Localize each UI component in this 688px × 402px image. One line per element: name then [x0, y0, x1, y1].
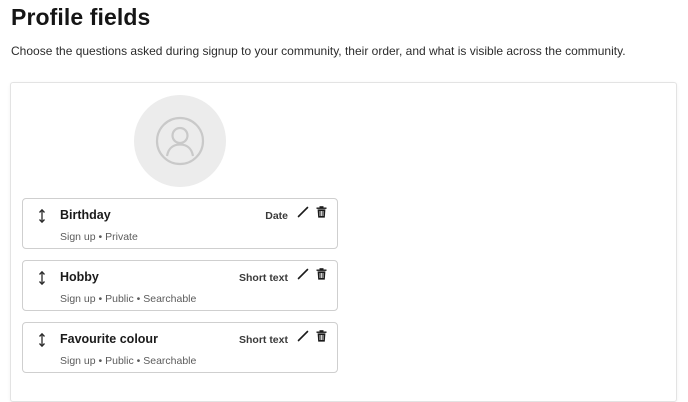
- profile-fields-card: Birthday Sign up • Private Date Hobby Si…: [10, 82, 677, 402]
- field-type: Date: [265, 210, 288, 222]
- field-type: Short text: [238, 334, 288, 346]
- trash-icon[interactable]: [314, 267, 328, 281]
- profile-field-row[interactable]: Favourite colour Sign up • Public • Sear…: [22, 322, 338, 373]
- field-name: Birthday: [60, 208, 111, 222]
- drag-handle-icon[interactable]: [35, 269, 49, 287]
- field-meta: Sign up • Public • Searchable: [60, 355, 197, 367]
- profile-field-row[interactable]: Hobby Sign up • Public • Searchable Shor…: [22, 260, 338, 311]
- user-icon: [155, 116, 205, 166]
- field-name: Favourite colour: [60, 332, 158, 346]
- pencil-icon[interactable]: [296, 329, 310, 343]
- pencil-icon[interactable]: [296, 267, 310, 281]
- profile-field-row[interactable]: Birthday Sign up • Private Date: [22, 198, 338, 249]
- drag-handle-icon[interactable]: [35, 207, 49, 225]
- trash-icon[interactable]: [314, 329, 328, 343]
- avatar-placeholder: [134, 95, 226, 187]
- field-meta: Sign up • Public • Searchable: [60, 293, 197, 305]
- pencil-icon[interactable]: [296, 205, 310, 219]
- field-type: Short text: [238, 272, 288, 284]
- trash-icon[interactable]: [314, 205, 328, 219]
- field-name: Hobby: [60, 270, 99, 284]
- drag-handle-icon[interactable]: [35, 331, 49, 349]
- page-description: Choose the questions asked during signup…: [11, 44, 626, 58]
- field-meta: Sign up • Private: [60, 231, 138, 243]
- page-title: Profile fields: [11, 4, 151, 30]
